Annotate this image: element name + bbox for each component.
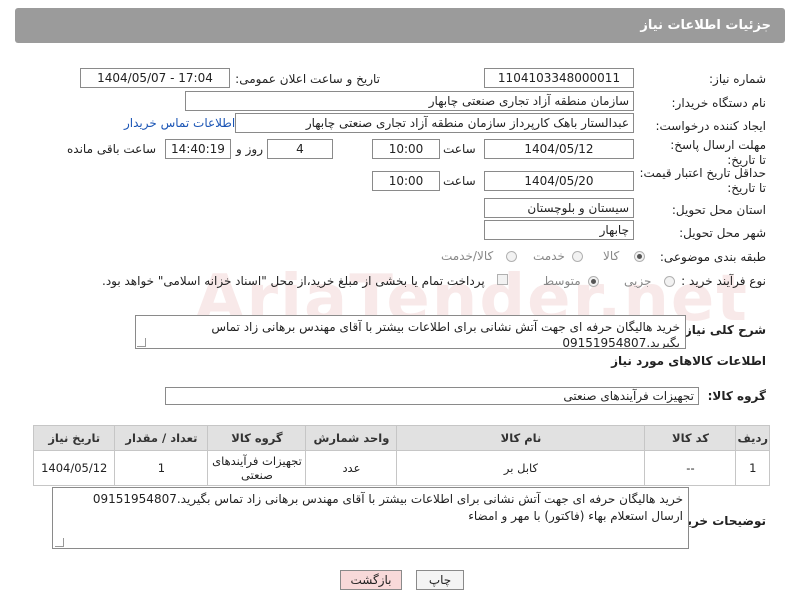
- buyer-org-label: نام دستگاه خریدار:: [671, 96, 767, 110]
- table-cell: عدد: [305, 450, 398, 486]
- table-header-cell: تاریخ نیاز: [32, 425, 116, 451]
- remaining-time-field: 14:40:19: [165, 139, 231, 159]
- process-label: نوع فرآیند خرید :: [681, 274, 766, 288]
- buyer-notes-textarea[interactable]: خرید هالیگان حرفه ای جهت آتش نشانی برای …: [52, 487, 689, 549]
- category-radio-goods-service[interactable]: [506, 251, 517, 262]
- goods-table: ردیف کد کالا نام کالا واحد شمارش گروه کا…: [32, 425, 770, 486]
- buyer-notes-resize-handle[interactable]: [55, 538, 64, 547]
- announce-field: 1404/05/07 - 17:04: [80, 68, 230, 88]
- table-header-cell: واحد شمارش: [305, 425, 398, 451]
- category-option-goods: کالا: [603, 249, 620, 263]
- table-cell: کابل بر: [396, 450, 646, 486]
- category-radio-goods[interactable]: [634, 251, 645, 262]
- deadline-label: مهلت ارسال پاسخ: تا تاریخ:: [670, 138, 766, 167]
- price-valid-date-field: 1404/05/20: [484, 171, 634, 191]
- days-label: روز و: [236, 142, 263, 156]
- table-header-cell: نام کالا: [396, 425, 646, 451]
- header-bar: جزئیات اطلاعات نیاز: [15, 8, 785, 43]
- description-label: شرح کلی نیاز:: [680, 323, 766, 337]
- table-header-cell: گروه کالا: [207, 425, 307, 451]
- table-cell: تجهیزات فرآیندهای صنعتی: [207, 450, 307, 486]
- table-cell: 1: [735, 450, 770, 486]
- back-button[interactable]: بازگشت: [340, 570, 402, 590]
- table-header-cell: ردیف: [735, 425, 770, 451]
- category-label: طبقه بندی موضوعی:: [659, 250, 766, 264]
- remaining-label: ساعت باقی مانده: [67, 142, 157, 156]
- process-radio-minor[interactable]: [664, 276, 675, 287]
- process-option-minor: جزیی: [624, 274, 652, 288]
- category-radio-service[interactable]: [572, 251, 583, 262]
- table-header-cell: کد کالا: [644, 425, 737, 451]
- creator-field: عبدالستار باهک کارپرداز سازمان منطقه آزا…: [235, 113, 634, 133]
- table-header-row: ردیف کد کالا نام کالا واحد شمارش گروه کا…: [32, 425, 770, 451]
- province-label: استان محل تحویل:: [671, 203, 766, 217]
- category-option-goods-service: کالا/خدمت: [441, 249, 494, 263]
- description-text: خرید هالیگان حرفه ای جهت آتش نشانی برای …: [211, 320, 680, 349]
- table-cell: 1: [114, 450, 209, 486]
- buyer-org-field: سازمان منطقه آزاد تجاری صنعتی چابهار: [185, 91, 634, 111]
- days-field: 4: [267, 139, 333, 159]
- goods-group-field: تجهیزات فرآیندهای صنعتی: [165, 387, 699, 405]
- buyer-contact-link[interactable]: اطلاعات تماس خریدار: [124, 116, 235, 130]
- city-field: چابهار: [484, 220, 634, 240]
- description-textarea[interactable]: خرید هالیگان حرفه ای جهت آتش نشانی برای …: [135, 315, 686, 349]
- price-valid-time-field: 10:00: [372, 171, 440, 191]
- price-valid-time-label: ساعت: [443, 174, 476, 188]
- category-option-service: خدمت: [533, 249, 565, 263]
- creator-label: ایجاد کننده درخواست:: [655, 119, 766, 133]
- province-field: سیستان و بلوچستان: [484, 198, 634, 218]
- need-number-label: شماره نیاز:: [709, 72, 766, 86]
- deadline-time-label: ساعت: [443, 142, 476, 156]
- city-label: شهر محل تحویل:: [679, 226, 766, 240]
- announce-label: تاریخ و ساعت اعلان عمومی:: [235, 72, 380, 86]
- goods-group-label: گروه کالا:: [707, 389, 766, 403]
- print-button[interactable]: چاپ: [416, 570, 464, 590]
- table-header-cell: تعداد / مقدار: [114, 425, 209, 451]
- process-radio-medium[interactable]: [588, 276, 599, 287]
- table-row: 1 -- کابل بر عدد تجهیزات فرآیندهای صنعتی…: [32, 450, 770, 486]
- description-resize-handle[interactable]: [137, 338, 146, 347]
- buyer-notes-text: خرید هالیگان حرفه ای جهت آتش نشانی برای …: [92, 492, 683, 523]
- treasury-payment-checkbox[interactable]: [497, 274, 508, 285]
- page-title: جزئیات اطلاعات نیاز: [640, 18, 771, 33]
- deadline-date-field: 1404/05/12: [484, 139, 634, 159]
- goods-section-title: اطلاعات کالاهای مورد نیاز: [611, 354, 766, 368]
- deadline-time-field: 10:00: [372, 139, 440, 159]
- table-cell: --: [644, 450, 737, 486]
- table-cell: 1404/05/12: [32, 450, 116, 486]
- process-option-medium: متوسط: [543, 274, 581, 288]
- payment-note: پرداخت تمام یا بخشی از مبلغ خرید،از محل …: [102, 274, 485, 288]
- need-number-field: 1104103348000011: [484, 68, 634, 88]
- price-valid-label: حداقل تاریخ اعتبار قیمت: تا تاریخ:: [639, 166, 766, 195]
